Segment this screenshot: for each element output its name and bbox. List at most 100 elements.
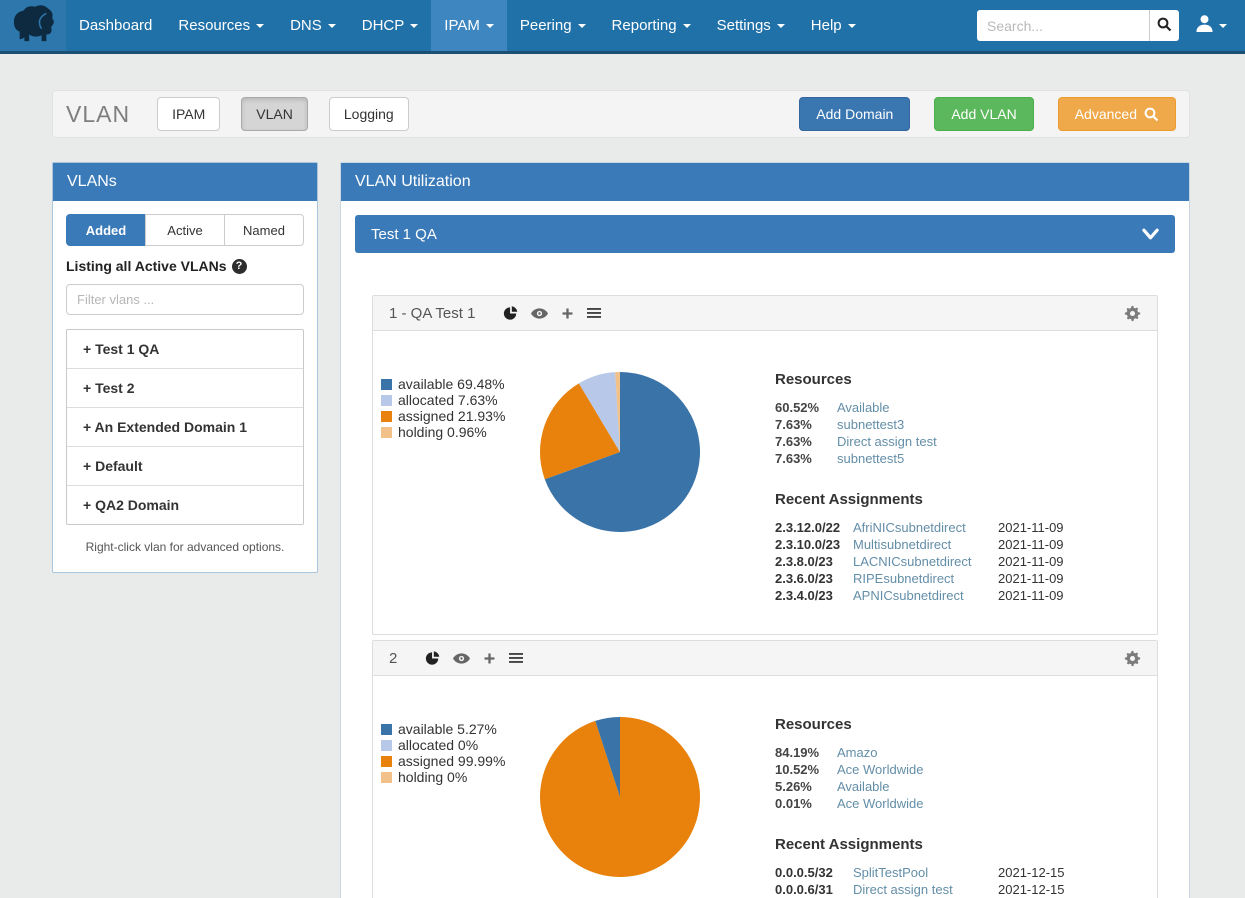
vlan-tab-added[interactable]: Added (66, 214, 146, 246)
nav-item-resources[interactable]: Resources (165, 0, 277, 51)
nav-item-settings[interactable]: Settings (704, 0, 798, 51)
resources-heading: Resources (775, 371, 1137, 388)
eye-icon[interactable] (531, 308, 548, 319)
section-header: 2 (373, 641, 1157, 676)
user-menu[interactable] (1195, 14, 1227, 38)
nav-item-dns[interactable]: DNS (277, 0, 349, 51)
resource-percent: 7.63% (775, 433, 837, 450)
plus-icon[interactable] (561, 307, 574, 320)
section-title: 2 (389, 650, 397, 667)
gear-icon[interactable] (1124, 305, 1141, 322)
assignments-block: Recent Assignments 0.0.0.5/32 SplitTestP… (775, 836, 1137, 898)
resource-percent: 84.19% (775, 744, 837, 761)
pie-chart-icon[interactable] (503, 306, 518, 321)
nav-item-peering[interactable]: Peering (507, 0, 599, 51)
search-input[interactable] (977, 10, 1149, 41)
vlan-filter-input[interactable] (66, 284, 304, 315)
gear-icon[interactable] (1124, 650, 1141, 667)
navbar-right (977, 0, 1245, 51)
resource-link[interactable]: Available (837, 399, 1137, 416)
help-icon[interactable]: ? (232, 259, 247, 274)
resource-row: 10.52% Ace Worldwide (775, 761, 1137, 778)
vlan-tab-active[interactable]: Active (145, 214, 225, 246)
menu-icon[interactable] (509, 652, 523, 664)
view-tab-vlan[interactable]: VLAN (241, 97, 308, 131)
plus-icon[interactable] (483, 652, 496, 665)
eye-icon[interactable] (453, 653, 470, 664)
assignment-resource-link[interactable]: APNICsubnetdirect (853, 587, 998, 604)
vlan-list-item[interactable]: + Test 2 (67, 369, 303, 408)
legend-label: allocated 0% (398, 737, 478, 753)
action-button-label: Add Domain (816, 106, 893, 122)
resource-link[interactable]: Ace Worldwide (837, 761, 1137, 778)
caret-down-icon (486, 24, 494, 28)
vlan-group-title: Test 1 QA (371, 226, 437, 243)
nav-item-label: Help (811, 17, 842, 34)
logo[interactable] (0, 0, 66, 51)
nav-item-label: Resources (178, 17, 250, 34)
nav-item-help[interactable]: Help (798, 0, 869, 51)
assignment-resource-link[interactable]: RIPEsubnetdirect (853, 570, 998, 587)
resource-link[interactable]: Direct assign test (837, 433, 1137, 450)
resource-link[interactable]: Available (837, 778, 1137, 795)
nav-item-label: DNS (290, 17, 322, 34)
assignment-resource-link[interactable]: AfriNICsubnetdirect (853, 519, 998, 536)
section-toolbar (503, 306, 601, 321)
assignments-rows: 0.0.0.5/32 SplitTestPool 2021-12-15 0.0.… (775, 864, 1137, 898)
legend-item-holding: holding 0% (381, 769, 539, 785)
assignment-resource-link[interactable]: Direct assign test (853, 881, 998, 898)
vlans-panel-body: AddedActiveNamed Listing all Active VLAN… (53, 201, 317, 572)
assignment-row: 0.0.0.6/31 Direct assign test 2021-12-15 (775, 881, 1137, 898)
assignment-resource-link[interactable]: LACNICsubnetdirect (853, 553, 998, 570)
assignments-heading: Recent Assignments (775, 491, 1137, 508)
advanced-button[interactable]: Advanced (1058, 97, 1176, 131)
vlan-name: Default (95, 458, 142, 474)
search-button[interactable] (1149, 10, 1179, 41)
nav-item-dashboard[interactable]: Dashboard (66, 0, 165, 51)
vlan-list-item[interactable]: + Default (67, 447, 303, 486)
chevron-down-icon[interactable] (1142, 227, 1159, 241)
add-domain-button[interactable]: Add Domain (799, 97, 910, 131)
search-icon (1144, 107, 1159, 122)
resource-link[interactable]: subnettest5 (837, 450, 1137, 467)
legend-label: available 5.27% (398, 721, 497, 737)
nav-item-ipam[interactable]: IPAM (431, 0, 507, 51)
vlan-list-item[interactable]: + An Extended Domain 1 (67, 408, 303, 447)
view-tab-logging[interactable]: Logging (329, 97, 409, 131)
vlan-name: An Extended Domain 1 (95, 419, 247, 435)
nav-item-dhcp[interactable]: DHCP (349, 0, 432, 51)
vlan-group-bar[interactable]: Test 1 QA (355, 215, 1175, 253)
assignment-resource-link[interactable]: Multisubnetdirect (853, 536, 998, 553)
assignment-row: 2.3.12.0/22 AfriNICsubnetdirect 2021-11-… (775, 519, 1137, 536)
resources-heading: Resources (775, 716, 1137, 733)
pie-legend: available 5.27%allocated 0%assigned 99.9… (381, 716, 539, 898)
vlan-footnote: Right-click vlan for advanced options. (66, 540, 304, 554)
assignments-rows: 2.3.12.0/22 AfriNICsubnetdirect 2021-11-… (775, 519, 1137, 604)
assignment-date: 2021-11-09 (998, 536, 1137, 553)
legend-label: assigned 21.93% (398, 408, 505, 424)
view-tab-ipam[interactable]: IPAM (157, 97, 220, 131)
assignment-row: 2.3.8.0/23 LACNICsubnetdirect 2021-11-09 (775, 553, 1137, 570)
caret-down-icon (1219, 24, 1227, 28)
assignment-date: 2021-12-15 (998, 864, 1137, 881)
resource-link[interactable]: Amazo (837, 744, 1137, 761)
resources-rows: 60.52% Available 7.63% subnettest3 7.63%… (775, 399, 1137, 467)
vlan-list-item[interactable]: + QA2 Domain (67, 486, 303, 524)
pie-chart-icon[interactable] (425, 651, 440, 666)
chart-zone: available 69.48%allocated 7.63%assigned … (381, 371, 767, 604)
resource-link[interactable]: subnettest3 (837, 416, 1137, 433)
add-vlan-button[interactable]: Add VLAN (934, 97, 1033, 131)
nav-item-reporting[interactable]: Reporting (599, 0, 704, 51)
global-search (977, 10, 1179, 41)
action-button-label: Add VLAN (951, 106, 1016, 122)
utilization-section: 1 - QA Test 1 available 69.48%allocated … (372, 295, 1158, 635)
utilization-section: 2 available 5.27%allocated 0%assigned 99… (372, 640, 1158, 898)
assignment-resource-link[interactable]: SplitTestPool (853, 864, 998, 881)
resource-link[interactable]: Ace Worldwide (837, 795, 1137, 812)
vlan-list-item[interactable]: + Test 1 QA (67, 330, 303, 369)
app-viewport: Dashboard Resources DNS DHCP IPAM Peerin… (0, 0, 1245, 898)
vlan-tab-named[interactable]: Named (224, 214, 304, 246)
utilization-panel-title: VLAN Utilization (341, 163, 1189, 201)
menu-icon[interactable] (587, 307, 601, 319)
page-header: VLAN IPAMVLANLogging Add Domain Add VLAN… (52, 90, 1190, 138)
